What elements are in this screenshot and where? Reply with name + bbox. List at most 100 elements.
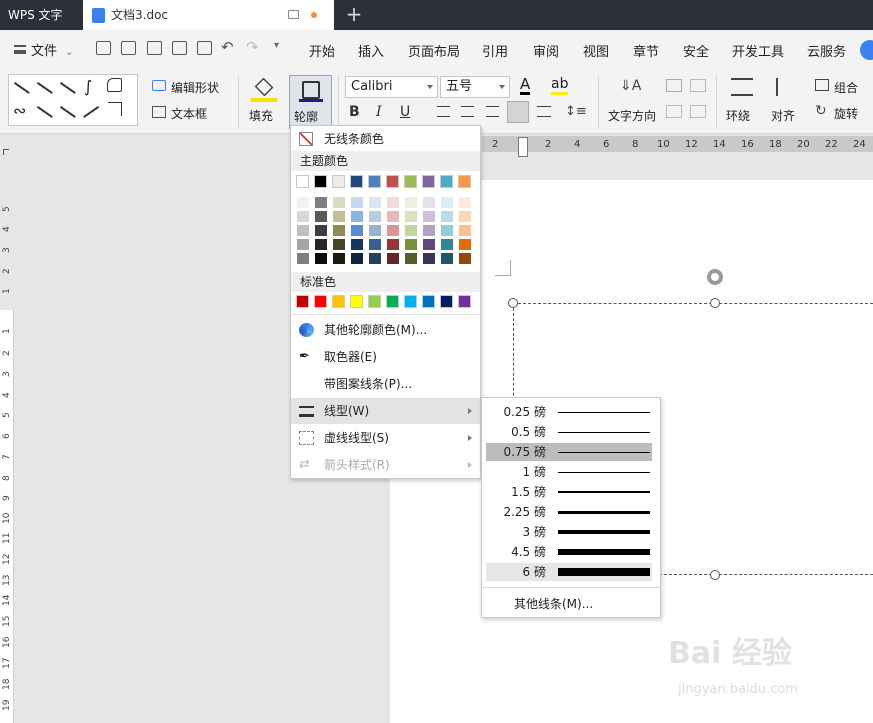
curve-shape-icon[interactable]: ∫ — [84, 77, 92, 96]
monitor-icon[interactable] — [288, 10, 299, 19]
resize-handle[interactable] — [710, 298, 720, 308]
line-weight-option[interactable]: 3 磅 — [486, 523, 652, 541]
bold-button[interactable]: B — [349, 104, 360, 120]
standard-color-swatch[interactable] — [350, 295, 363, 308]
distributed-icon[interactable] — [537, 106, 551, 117]
resize-handle[interactable] — [508, 298, 518, 308]
line-weight-option[interactable]: 0.75 磅 — [486, 443, 652, 461]
pattern-line-item[interactable]: 带图案线条(P)... — [291, 371, 480, 397]
more-lines-item[interactable]: 其他线条(M)... — [514, 595, 593, 612]
no-line-color-item[interactable]: 无线条颜色 — [291, 126, 480, 152]
arrow-shape-icon[interactable] — [37, 81, 53, 94]
ruler-corner-icon[interactable] — [3, 149, 9, 155]
theme-shade-swatch[interactable] — [405, 211, 417, 222]
theme-shade-swatch[interactable] — [333, 197, 345, 208]
theme-shade-swatch[interactable] — [405, 239, 417, 250]
open-icon[interactable] — [96, 41, 111, 55]
freeform-shape-icon[interactable] — [107, 78, 122, 92]
align-button[interactable]: 对齐 — [771, 107, 795, 124]
tab-cloud[interactable]: 云服务 — [807, 41, 846, 60]
text-tool-icon[interactable] — [666, 79, 682, 92]
theme-shade-swatch[interactable] — [405, 197, 417, 208]
line-weight-option[interactable]: 1 磅 — [486, 463, 652, 481]
line-weight-option[interactable]: 1.5 磅 — [486, 483, 652, 501]
italic-button[interactable]: I — [376, 104, 382, 120]
theme-shade-swatch[interactable] — [423, 197, 435, 208]
eyedropper-item[interactable]: ✒ 取色器(E) — [291, 344, 480, 370]
theme-shade-swatch[interactable] — [387, 225, 399, 236]
justify-icon[interactable] — [507, 101, 529, 123]
theme-shade-swatch[interactable] — [297, 197, 309, 208]
more-outline-colors-item[interactable]: 其他轮廓颜色(M)... — [291, 317, 480, 343]
new-tab-button[interactable]: + — [344, 0, 364, 30]
theme-shade-swatch[interactable] — [441, 239, 453, 250]
line-type-item[interactable]: 线型(W) — [291, 398, 480, 424]
theme-shade-swatch[interactable] — [459, 197, 471, 208]
theme-shade-swatch[interactable] — [387, 253, 399, 264]
theme-shade-swatch[interactable] — [423, 253, 435, 264]
standard-color-swatch[interactable] — [332, 295, 345, 308]
tab-insert[interactable]: 插入 — [358, 41, 384, 60]
theme-shade-swatch[interactable] — [423, 211, 435, 222]
double-arrow-shape-icon[interactable] — [60, 81, 76, 94]
theme-color-swatch[interactable] — [404, 175, 417, 188]
theme-shade-swatch[interactable] — [351, 225, 363, 236]
text-tool-icon[interactable] — [690, 105, 706, 118]
line-weight-option[interactable]: 0.5 磅 — [486, 423, 652, 441]
dash-type-item[interactable]: 虚线线型(S) — [291, 425, 480, 451]
align-right-icon[interactable] — [486, 106, 499, 117]
document-tab[interactable]: 文档3.doc — [83, 0, 334, 30]
tab-review[interactable]: 审阅 — [533, 41, 559, 60]
fill-button[interactable]: 填充 — [249, 107, 273, 124]
theme-shade-swatch[interactable] — [387, 239, 399, 250]
theme-shade-swatch[interactable] — [315, 239, 327, 250]
app-tab[interactable]: WPS 文字 — [0, 0, 82, 30]
file-menu[interactable]: 文件 ⌄ — [14, 40, 74, 59]
theme-color-swatch[interactable] — [350, 175, 363, 188]
rotate-handle-icon[interactable] — [707, 269, 723, 285]
font-size-select[interactable]: 五号 — [440, 76, 510, 98]
theme-shade-swatch[interactable] — [333, 239, 345, 250]
underline-button[interactable]: U — [400, 104, 410, 120]
tab-security[interactable]: 安全 — [683, 41, 709, 60]
scribble-shape-icon[interactable]: ∾ — [13, 101, 26, 120]
theme-shade-swatch[interactable] — [459, 225, 471, 236]
font-name-select[interactable]: Calibri — [345, 76, 438, 98]
theme-shade-swatch[interactable] — [315, 253, 327, 264]
undo-icon[interactable]: ↶ — [221, 38, 234, 56]
theme-shade-swatch[interactable] — [333, 211, 345, 222]
theme-shade-swatch[interactable] — [351, 239, 363, 250]
align-center-icon[interactable] — [461, 106, 474, 117]
theme-shade-swatch[interactable] — [459, 253, 471, 264]
tab-chapter[interactable]: 章节 — [633, 41, 659, 60]
theme-color-swatch[interactable] — [368, 175, 381, 188]
print-icon[interactable] — [172, 41, 187, 55]
connector-shape-icon[interactable] — [37, 105, 53, 118]
theme-shade-swatch[interactable] — [441, 253, 453, 264]
shape-gallery[interactable]: ∫ ∾ — [8, 74, 138, 126]
highlight-icon[interactable]: ab — [551, 76, 569, 95]
theme-shade-swatch[interactable] — [387, 197, 399, 208]
indent-marker-icon[interactable] — [518, 137, 528, 157]
theme-shade-swatch[interactable] — [297, 239, 309, 250]
standard-color-swatch[interactable] — [404, 295, 417, 308]
standard-color-swatch[interactable] — [314, 295, 327, 308]
resize-handle[interactable] — [710, 570, 720, 580]
print-preview-icon[interactable] — [197, 41, 212, 55]
theme-shade-swatch[interactable] — [441, 225, 453, 236]
theme-shade-swatch[interactable] — [387, 211, 399, 222]
group-button[interactable]: 组合 — [834, 79, 858, 96]
theme-color-swatch[interactable] — [458, 175, 471, 188]
text-direction-button[interactable]: 文字方向 — [608, 107, 656, 124]
theme-color-swatch[interactable] — [314, 175, 327, 188]
line-weight-option[interactable]: 2.25 磅 — [486, 503, 652, 521]
theme-shade-swatch[interactable] — [423, 225, 435, 236]
text-box-button[interactable]: 文本框 — [171, 105, 207, 122]
rotate-button[interactable]: 旋转 — [834, 105, 858, 122]
tab-page-layout[interactable]: 页面布局 — [408, 41, 460, 60]
elbow-connector-shape-icon[interactable] — [108, 102, 122, 116]
theme-shade-swatch[interactable] — [351, 211, 363, 222]
theme-shade-swatch[interactable] — [369, 211, 381, 222]
theme-color-swatch[interactable] — [440, 175, 453, 188]
line-weight-option[interactable]: 6 磅 — [486, 563, 652, 581]
